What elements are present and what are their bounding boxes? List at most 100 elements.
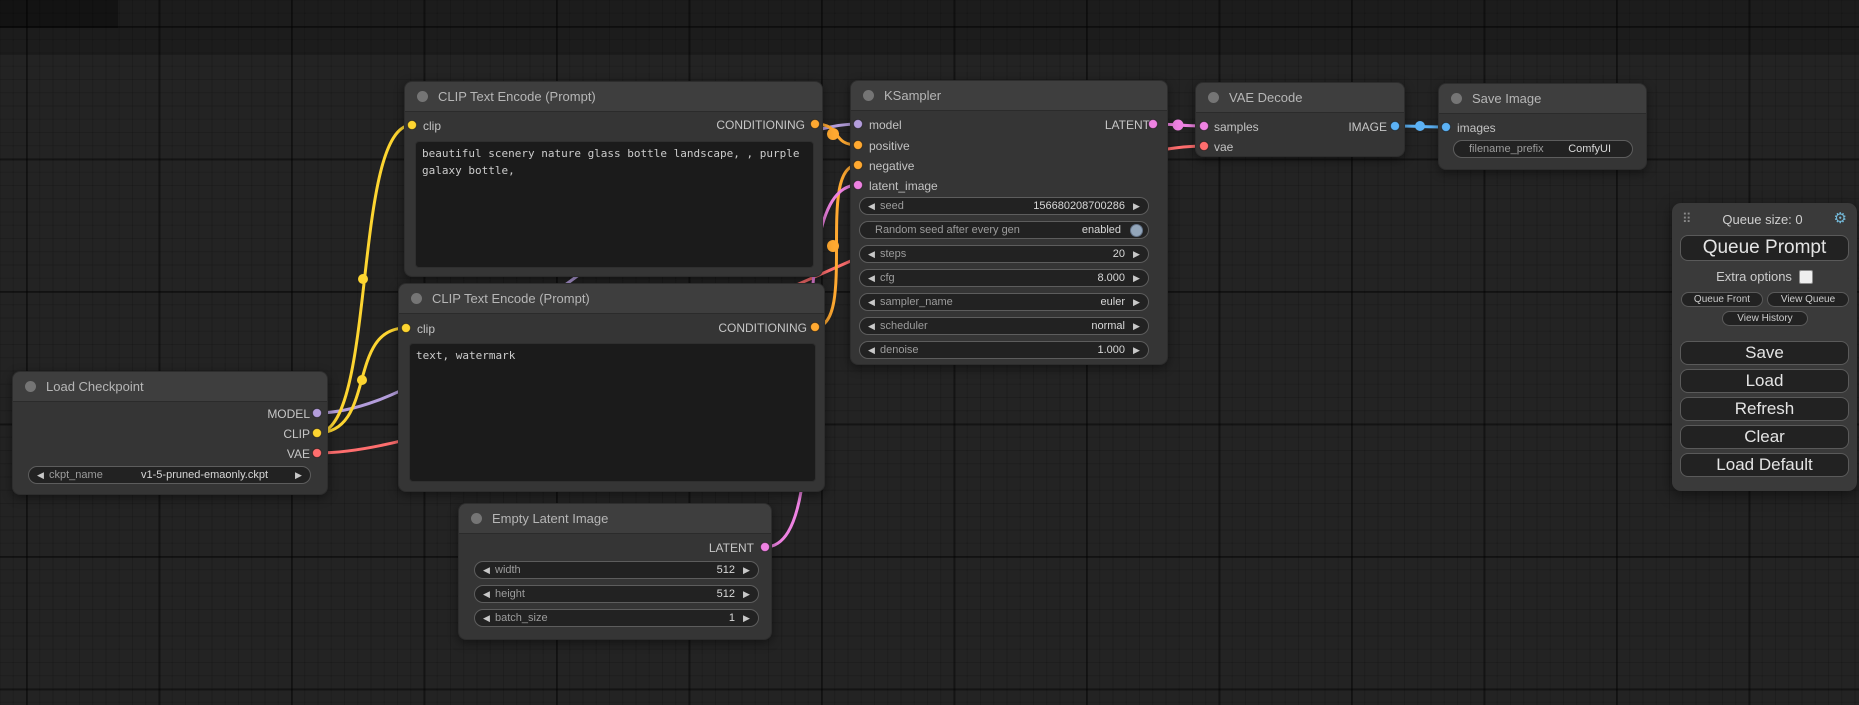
node-vae-decode[interactable]: VAE Decode samples vae IMAGE [1195,82,1405,157]
batch-size-widget[interactable]: ◀ batch_size 1 ▶ [474,609,759,627]
queue-control-panel[interactable]: ⠿ Queue size: 0 ⚙ Queue Prompt Extra opt… [1672,203,1857,491]
output-latent-label: LATENT [709,540,754,556]
increment-arrow-icon[interactable]: ▶ [1130,321,1143,332]
ckpt-name-widget[interactable]: ◀ ckpt_name v1-5-pruned-emaonly.ckpt ▶ [28,466,311,484]
node-empty-latent-image[interactable]: Empty Latent Image LATENT ◀ width 512 ▶ … [458,503,772,640]
decrement-arrow-icon[interactable]: ◀ [865,297,878,308]
widget-value[interactable]: 8.000 [1097,272,1125,284]
denoise-widget[interactable]: ◀ denoise 1.000 ▶ [859,341,1149,359]
increment-arrow-icon[interactable]: ▶ [740,565,753,576]
extra-options-label: Extra options [1716,269,1792,284]
collapse-dot-icon[interactable] [1208,92,1219,103]
link-clip-to-negative-prompt [317,328,406,433]
collapse-dot-icon[interactable] [863,90,874,101]
collapse-dot-icon[interactable] [471,513,482,524]
canvas-top-shade [0,0,1859,55]
node-title-bar[interactable]: CLIP Text Encode (Prompt) [405,82,822,112]
queue-prompt-button[interactable]: Queue Prompt [1680,235,1849,261]
collapse-dot-icon[interactable] [417,91,428,102]
node-title: CLIP Text Encode (Prompt) [432,291,590,306]
filename-prefix-widget[interactable]: filename_prefix ComfyUI [1453,140,1633,158]
node-graph-canvas[interactable]: Load Checkpoint MODEL CLIP VAE ◀ ckpt_na… [0,0,1859,705]
widget-value[interactable]: 1.000 [1097,344,1125,356]
node-title-bar[interactable]: KSampler [851,81,1167,111]
decrement-arrow-icon[interactable]: ◀ [480,613,493,624]
decrement-arrow-icon[interactable]: ◀ [865,321,878,332]
increment-arrow-icon[interactable]: ▶ [740,589,753,600]
widget-value[interactable]: 20 [1113,248,1125,260]
node-title-bar[interactable]: Empty Latent Image [459,504,771,534]
input-clip-label: clip [423,118,441,134]
widget-value[interactable]: 1 [729,612,735,624]
widget-value[interactable]: 512 [717,588,735,600]
widget-value[interactable]: 512 [717,564,735,576]
widget-label: cfg [880,272,895,284]
input-positive-label: positive [869,138,910,154]
node-clip-text-encode-positive[interactable]: CLIP Text Encode (Prompt) clip CONDITION… [404,81,823,277]
increment-arrow-icon[interactable]: ▶ [1130,345,1143,356]
decrement-arrow-icon[interactable]: ◀ [34,470,47,481]
widget-label: filename_prefix [1469,143,1544,155]
load-button[interactable]: Load [1680,369,1849,393]
clear-button[interactable]: Clear [1680,425,1849,449]
widget-value[interactable]: normal [1091,320,1125,332]
input-negative-label: negative [869,158,914,174]
positive-prompt-textarea[interactable]: beautiful scenery nature glass bottle la… [415,141,814,268]
increment-arrow-icon[interactable]: ▶ [292,470,305,481]
input-images-label: images [1457,120,1496,136]
panel-header: ⠿ Queue size: 0 ⚙ [1672,211,1857,227]
extra-options-checkbox[interactable] [1799,270,1813,284]
scheduler-widget[interactable]: ◀ scheduler normal ▶ [859,317,1149,335]
widget-value[interactable]: 156680208700286 [1033,200,1125,212]
input-vae-label: vae [1214,139,1233,155]
node-clip-text-encode-negative[interactable]: CLIP Text Encode (Prompt) clip CONDITION… [398,283,825,492]
drag-handle-icon[interactable]: ⠿ [1682,211,1692,227]
cfg-widget[interactable]: ◀ cfg 8.000 ▶ [859,269,1149,287]
decrement-arrow-icon[interactable]: ◀ [865,249,878,260]
node-save-image[interactable]: Save Image images filename_prefix ComfyU… [1438,83,1647,170]
widget-value[interactable]: v1-5-pruned-emaonly.ckpt [141,469,268,481]
node-title: Load Checkpoint [46,379,144,394]
save-button[interactable]: Save [1680,341,1849,365]
node-title-bar[interactable]: Load Checkpoint [13,372,327,402]
increment-arrow-icon[interactable]: ▶ [740,613,753,624]
settings-gear-icon[interactable]: ⚙ [1834,212,1847,226]
decrement-arrow-icon[interactable]: ◀ [865,201,878,212]
increment-arrow-icon[interactable]: ▶ [1130,297,1143,308]
collapse-dot-icon[interactable] [1451,93,1462,104]
width-widget[interactable]: ◀ width 512 ▶ [474,561,759,579]
decrement-arrow-icon[interactable]: ◀ [480,565,493,576]
refresh-button[interactable]: Refresh [1680,397,1849,421]
decrement-arrow-icon[interactable]: ◀ [865,273,878,284]
negative-prompt-textarea[interactable]: text, watermark [409,343,816,482]
input-clip-label: clip [417,321,435,337]
collapse-dot-icon[interactable] [25,381,36,392]
node-load-checkpoint[interactable]: Load Checkpoint MODEL CLIP VAE ◀ ckpt_na… [12,371,328,495]
sampler-name-widget[interactable]: ◀ sampler_name euler ▶ [859,293,1149,311]
node-title-bar[interactable]: VAE Decode [1196,83,1404,113]
load-default-button[interactable]: Load Default [1680,453,1849,477]
extra-options-row: Extra options [1672,269,1857,284]
decrement-arrow-icon[interactable]: ◀ [865,345,878,356]
height-widget[interactable]: ◀ height 512 ▶ [474,585,759,603]
widget-value[interactable]: ComfyUI [1568,143,1611,155]
collapse-dot-icon[interactable] [411,293,422,304]
steps-widget[interactable]: ◀ steps 20 ▶ [859,245,1149,263]
queue-front-button[interactable]: Queue Front [1681,292,1763,307]
toggle-circle-icon[interactable] [1130,224,1143,237]
node-title-bar[interactable]: CLIP Text Encode (Prompt) [399,284,824,314]
increment-arrow-icon[interactable]: ▶ [1130,273,1143,284]
random-seed-toggle-widget[interactable]: Random seed after every gen enabled [859,221,1149,239]
view-queue-button[interactable]: View Queue [1767,292,1849,307]
seed-widget[interactable]: ◀ seed 156680208700286 ▶ [859,197,1149,215]
widget-value[interactable]: euler [1101,296,1125,308]
output-clip-label: CLIP [283,426,310,442]
node-title: KSampler [884,88,941,103]
node-title-bar[interactable]: Save Image [1439,84,1646,114]
decrement-arrow-icon[interactable]: ◀ [480,589,493,600]
widget-label: seed [880,200,904,212]
increment-arrow-icon[interactable]: ▶ [1130,201,1143,212]
node-ksampler[interactable]: KSampler model positive negative latent_… [850,80,1168,365]
view-history-button[interactable]: View History [1722,311,1808,326]
increment-arrow-icon[interactable]: ▶ [1130,249,1143,260]
